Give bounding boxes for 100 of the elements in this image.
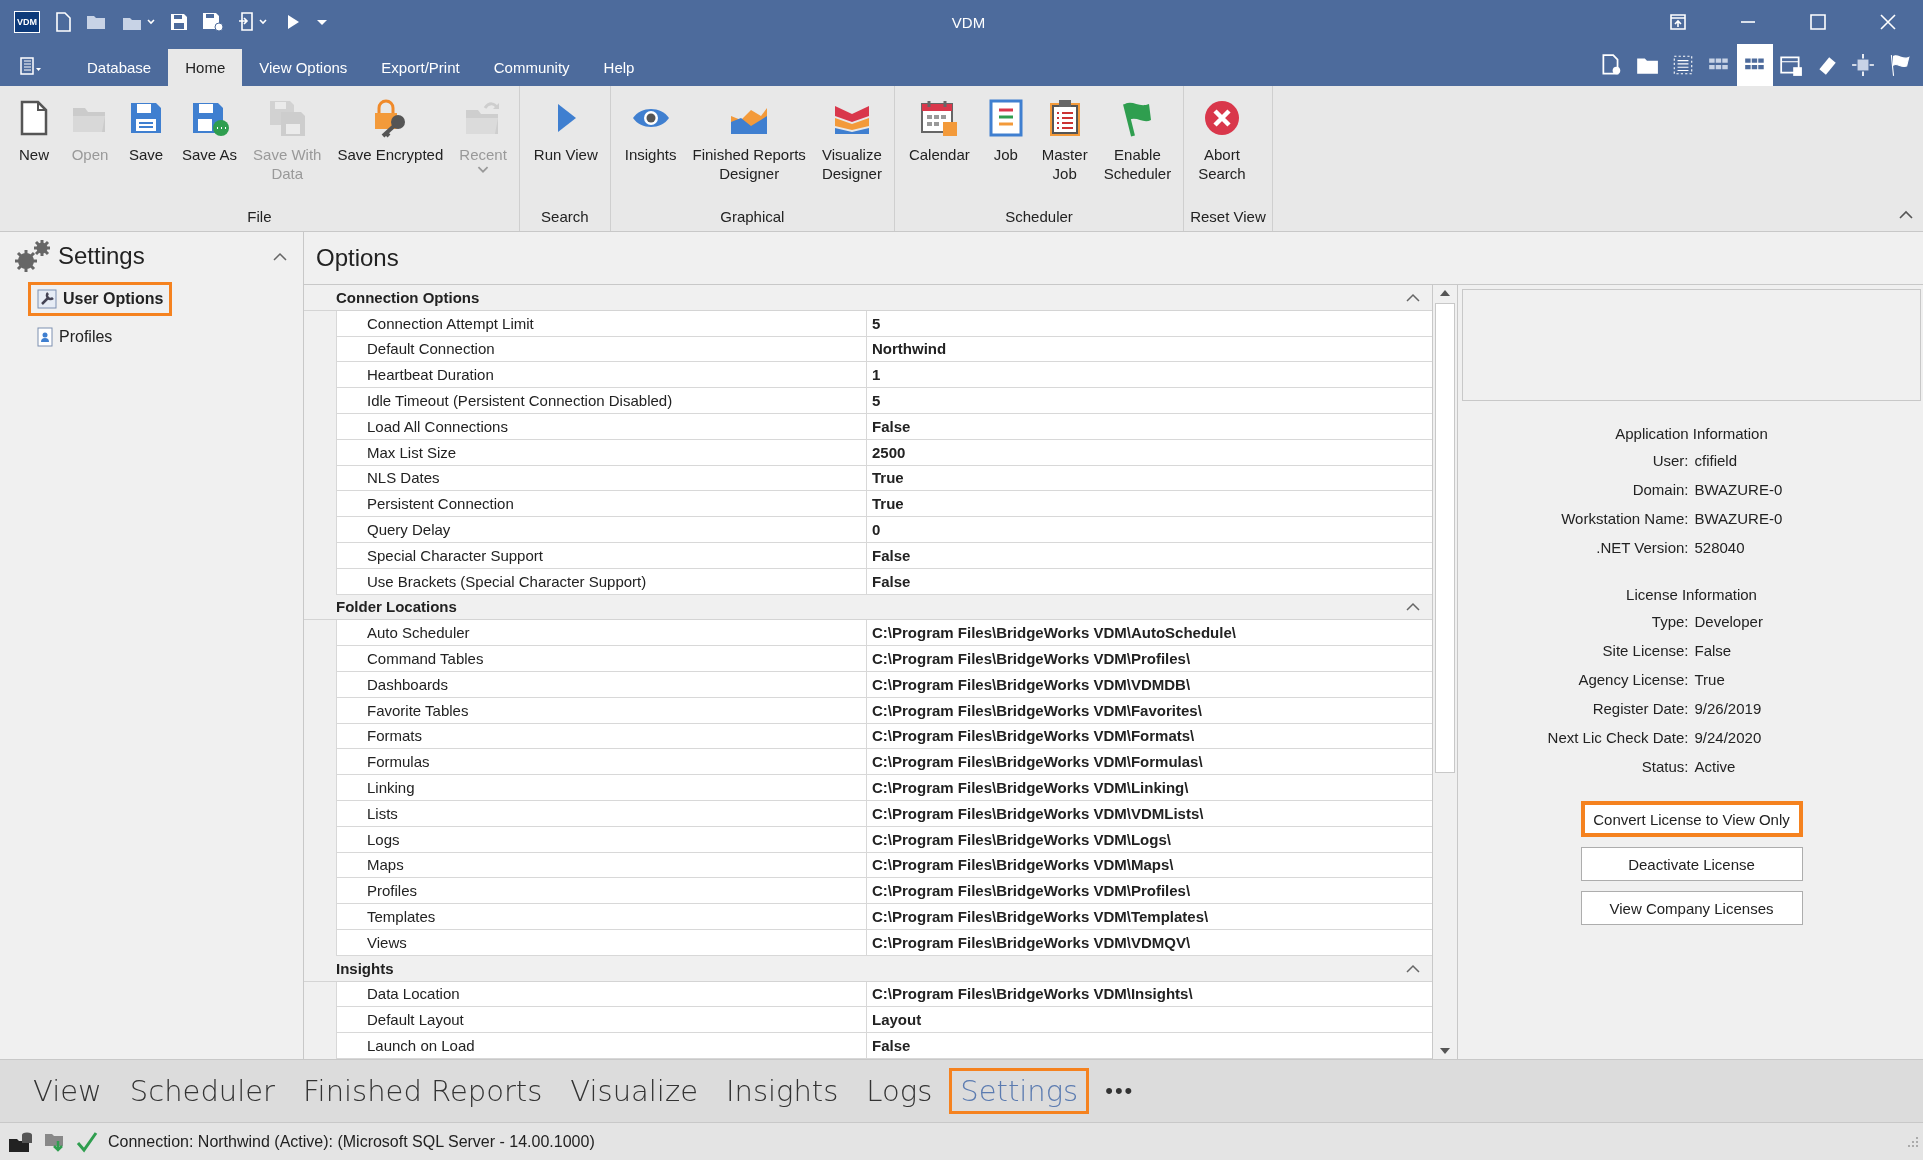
group-label: Search [540, 208, 590, 227]
property-value[interactable]: C:\Program Files\BridgeWorks VDM\AutoSchedule\ [867, 620, 1432, 647]
property-value[interactable]: False [867, 542, 1432, 569]
section-header: Folder Locations [336, 598, 458, 616]
property-value[interactable]: Northwind [867, 336, 1432, 363]
collapse-section-icon[interactable] [1406, 292, 1420, 302]
license-button[interactable]: Convert License to View Only [1580, 801, 1803, 837]
license-button[interactable]: Deactivate License [1580, 847, 1803, 881]
sidebar-item[interactable]: Profiles [28, 320, 122, 354]
menu-tab[interactable]: Home [168, 49, 243, 86]
menu-tab[interactable]: Help [586, 49, 652, 86]
info-label: .NET Version: [1595, 538, 1689, 558]
ribbon-button[interactable]: Job [977, 96, 1034, 208]
property-value[interactable]: C:\Program Files\BridgeWorks VDM\Formulas\ [867, 749, 1432, 776]
profile-icon [37, 327, 53, 347]
ribbon-button[interactable]: Save As [174, 96, 246, 208]
property-value[interactable]: False [867, 568, 1432, 595]
property-value[interactable]: True [867, 491, 1432, 518]
nav-tab[interactable]: Visualize [559, 1068, 709, 1114]
ribbon-button[interactable]: Master Job [1033, 96, 1096, 208]
sidebar-item[interactable]: User Options [28, 282, 173, 316]
info-label: User: [1651, 451, 1689, 471]
ribbon-button[interactable]: Enable Scheduler [1095, 96, 1180, 208]
property-name: Formulas [336, 749, 867, 776]
collapse-section-icon[interactable] [1406, 602, 1420, 612]
property-value[interactable]: 5 [867, 388, 1432, 414]
property-value[interactable]: 5 [867, 310, 1432, 337]
ribbon-button[interactable]: Save Encrypted [329, 96, 452, 208]
nav-tab[interactable]: Logs [855, 1068, 944, 1114]
info-value: cfifield [1694, 451, 1739, 471]
property-value[interactable]: False [867, 1033, 1432, 1059]
info-value: Developer [1694, 612, 1764, 632]
property-value[interactable]: C:\Program Files\BridgeWorks VDM\Linking\ [867, 775, 1432, 801]
ribbon-button[interactable]: Run View [525, 96, 606, 208]
nav-tab[interactable]: Finished Reports [292, 1068, 554, 1114]
property-name: Persistent Connection [336, 491, 867, 518]
menu-tab[interactable]: Database [70, 49, 169, 86]
nav-tab[interactable]: Scheduler [118, 1068, 286, 1114]
collapse-ribbon-icon[interactable] [1899, 210, 1913, 219]
ribbon-button[interactable]: Visualize Designer [813, 96, 890, 208]
property-value[interactable]: 2500 [867, 439, 1432, 466]
info-heading: Application Information [1615, 425, 1768, 442]
property-value[interactable]: C:\Program Files\BridgeWorks VDM\VDMQV\ [867, 929, 1432, 956]
nav-tab[interactable]: View [22, 1068, 113, 1114]
ribbon-button[interactable]: Insights [616, 96, 685, 208]
ribbon-button[interactable]: Calendar [900, 96, 978, 208]
property-value[interactable]: 1 [867, 362, 1432, 389]
section-header: Connection Options [336, 288, 481, 306]
property-value[interactable]: C:\Program Files\BridgeWorks VDM\Insights\ [867, 981, 1432, 1008]
more-button[interactable]: ••• [1105, 1078, 1135, 1104]
info-value: True [1694, 670, 1726, 690]
group-label: Reset View [1189, 208, 1267, 227]
floppy-disks-icon [267, 98, 308, 138]
run-icon[interactable] [286, 14, 300, 30]
save-all-icon[interactable] [202, 12, 224, 32]
new-file-icon[interactable] [54, 12, 72, 32]
sidebar-title: Settings [58, 242, 146, 270]
property-name: Profiles [336, 878, 867, 905]
ribbon-button[interactable]: New [6, 96, 62, 208]
property-value[interactable]: C:\Program Files\BridgeWorks VDM\VDMDB\ [867, 671, 1432, 698]
info-label: Domain: [1631, 480, 1689, 500]
property-value[interactable]: C:\Program Files\BridgeWorks VDM\Logs\ [867, 826, 1432, 853]
info-label: Next Lic Check Date: [1546, 728, 1689, 748]
info-label: Site License: [1601, 641, 1689, 661]
property-value[interactable]: C:\Program Files\BridgeWorks VDM\Favorites\ [867, 697, 1432, 724]
info-value: BWAZURE-0 [1694, 480, 1784, 500]
list-icon [1671, 53, 1695, 77]
property-value[interactable]: C:\Program Files\BridgeWorks VDM\VDMLists\ [867, 800, 1432, 827]
property-value[interactable]: Layout [867, 1007, 1432, 1034]
resize-grip-icon[interactable] [1907, 1135, 1919, 1148]
collapse-section-icon[interactable] [1406, 963, 1420, 973]
save-icon[interactable] [170, 13, 188, 31]
property-value[interactable]: True [867, 465, 1432, 492]
property-value[interactable]: C:\Program Files\BridgeWorks VDM\Maps\ [867, 852, 1432, 879]
info-label: Status: [1640, 757, 1689, 777]
property-value[interactable]: False [867, 414, 1432, 440]
property-value[interactable]: C:\Program Files\BridgeWorks VDM\Formats\ [867, 723, 1432, 750]
info-value: 9/26/2019 [1694, 699, 1763, 719]
property-value[interactable]: C:\Program Files\BridgeWorks VDM\Templates\ [867, 904, 1432, 930]
menu-tab[interactable]: Community [476, 49, 587, 86]
property-name: Maps [336, 852, 867, 879]
database-folder-icon[interactable] [8, 1130, 34, 1153]
menu-tab[interactable]: Export/Print [364, 49, 477, 86]
license-button[interactable]: View Company Licenses [1580, 891, 1803, 925]
menu-tab[interactable]: View Options [242, 49, 365, 86]
ribbon-button[interactable]: Finished Reports Designer [684, 96, 814, 208]
ribbon-button[interactable]: Abort Search [1190, 96, 1254, 208]
nav-tab[interactable]: Insights [715, 1068, 850, 1114]
property-value[interactable]: C:\Program Files\BridgeWorks VDM\Profiles\ [867, 646, 1432, 672]
property-value[interactable]: 0 [867, 517, 1432, 543]
view-button[interactable] [1737, 44, 1773, 86]
app-menu-icon[interactable] [20, 56, 42, 76]
scrollbar[interactable] [1433, 285, 1458, 1059]
property-name: Connection Attempt Limit [336, 310, 867, 337]
collapse-icon[interactable] [273, 251, 287, 261]
open-folder-icon[interactable] [86, 13, 108, 31]
gears-icon [14, 239, 52, 273]
property-value[interactable]: C:\Program Files\BridgeWorks VDM\Profiles\ [867, 878, 1432, 905]
property-name: Lists [336, 800, 867, 827]
ribbon-button[interactable]: Save [118, 96, 174, 208]
